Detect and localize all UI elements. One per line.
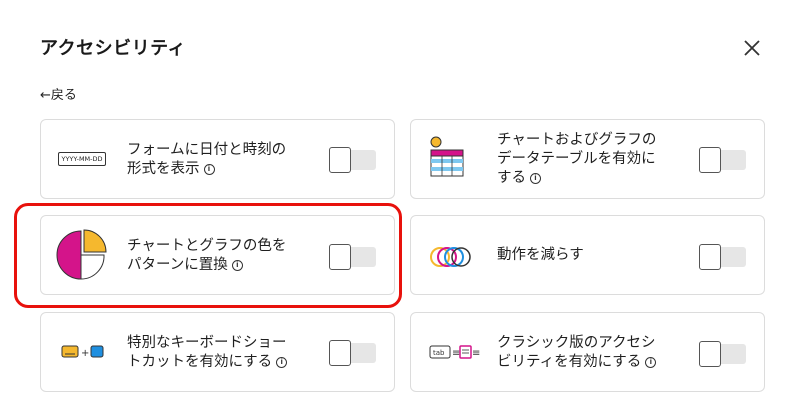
- label-line: 動作を減らす: [497, 247, 584, 263]
- dialog-title: アクセシビリティ: [40, 38, 187, 59]
- card-keyboard-shortcuts: + 特別なキーボードショー トカットを有効にする i: [40, 312, 395, 392]
- reduce-motion-icon: [430, 247, 471, 267]
- label-line: 形式を表示: [127, 161, 200, 177]
- back-link[interactable]: ←戻る: [40, 84, 77, 103]
- card-label: 動作を減らす: [497, 246, 584, 265]
- svg-text:≡: ≡: [472, 348, 480, 359]
- card-reduce-motion: 動作を減らす: [410, 215, 765, 295]
- toggle-knob: [699, 244, 721, 270]
- toggle-knob: [699, 147, 721, 173]
- label-line: チャートおよびグラフの: [497, 132, 657, 148]
- label-line: クラシック版のアクセシ: [497, 335, 656, 351]
- svg-text:+: +: [81, 348, 89, 359]
- label-line: データテーブルを有効に: [497, 151, 656, 167]
- toggle-knob: [329, 340, 351, 366]
- card-label: 特別なキーボードショー トカットを有効にする i: [127, 334, 288, 372]
- card-label: クラシック版のアクセシ ビリティを有効にする i: [497, 334, 657, 372]
- card-label: フォームに日付と時刻の 形式を表示 i: [127, 141, 286, 179]
- toggle-knob: [329, 147, 351, 173]
- label-line: フォームに日付と時刻の: [127, 142, 287, 158]
- date-format-icon: YYYY-MM-DD: [58, 152, 106, 166]
- card-data-table: チャートおよびグラフの データテーブルを有効に する i: [410, 119, 765, 199]
- info-icon[interactable]: i: [203, 163, 215, 175]
- classic-accessibility-icon: tab ≡ ≡: [429, 345, 480, 359]
- toggle-classic-accessibility[interactable]: [699, 341, 746, 367]
- close-icon[interactable]: [742, 38, 762, 58]
- svg-text:≡: ≡: [452, 348, 460, 359]
- label-line: トカットを有効にする: [127, 354, 273, 370]
- card-date-format: YYYY-MM-DD フォームに日付と時刻の 形式を表示 i: [40, 119, 395, 199]
- label-line: 特別なキーボードショー: [127, 335, 287, 351]
- info-icon[interactable]: i: [530, 172, 541, 184]
- card-label: チャートおよびグラフの データテーブルを有効に する i: [497, 131, 656, 188]
- card-classic-accessibility: tab ≡ ≡ クラシック版のアクセシ ビリティを有効にする i: [410, 312, 765, 392]
- toggle-reduce-motion[interactable]: [699, 244, 746, 270]
- toggle-keyboard-shortcuts[interactable]: [329, 340, 376, 366]
- keyboard-shortcut-icon: +: [61, 345, 104, 359]
- info-icon[interactable]: i: [276, 356, 288, 368]
- toggle-date-format[interactable]: [329, 147, 376, 173]
- toggle-data-table[interactable]: [699, 147, 746, 173]
- highlight-annotation: [14, 203, 402, 308]
- info-icon[interactable]: i: [645, 356, 657, 368]
- toggle-knob: [699, 341, 721, 367]
- label-line: する: [497, 170, 526, 186]
- tab-key-text: tab: [433, 349, 445, 357]
- label-line: ビリティを有効にする: [497, 354, 642, 370]
- data-table-icon: [430, 136, 464, 177]
- date-format-icon-text: YYYY-MM-DD: [61, 155, 103, 163]
